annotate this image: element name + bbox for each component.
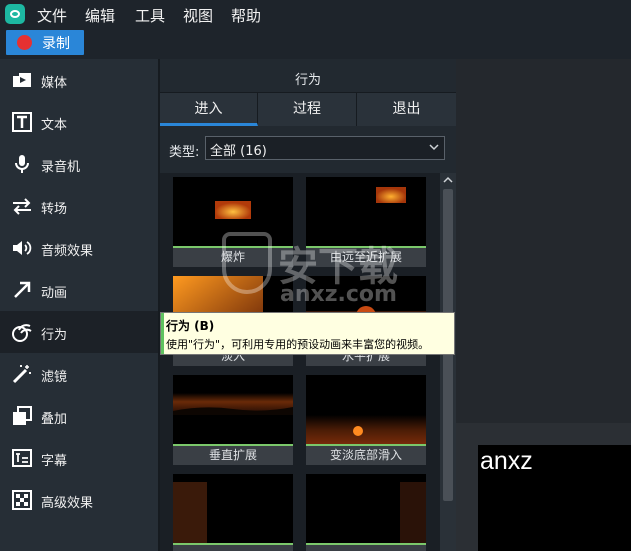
thumbnail-label: 变淡底部滑入: [306, 446, 426, 465]
type-value: 全部 (16): [210, 144, 267, 159]
tab-during[interactable]: 过程: [258, 93, 357, 126]
record-icon: [17, 35, 32, 50]
preview-canvas[interactable]: anxz: [478, 445, 631, 551]
scroll-up-icon[interactable]: [440, 173, 456, 187]
menu-file[interactable]: 文件: [37, 5, 67, 26]
behavior-thumb-fade-slide-bottom[interactable]: 变淡底部滑入: [306, 375, 426, 465]
chevron-down-icon: [429, 144, 439, 151]
menu-help[interactable]: 帮助: [231, 5, 261, 26]
sidebar-item-animations[interactable]: 动画: [0, 269, 158, 311]
record-button[interactable]: 录制: [6, 30, 84, 55]
magic-wand-icon: [12, 365, 31, 384]
tooltip-body: 使用"行为"，可利用专用的预设动画来丰富您的视频。: [166, 338, 430, 351]
type-label: 类型:: [169, 145, 200, 160]
tooltip-title: 行为 (B): [166, 319, 215, 333]
tab-out[interactable]: 退出: [357, 93, 456, 126]
sidebar-item-filters[interactable]: 滤镜: [0, 353, 158, 395]
media-icon: [13, 73, 31, 87]
panel-title: 行为: [294, 73, 321, 88]
sidebar-label: 录音机: [41, 160, 81, 175]
sidebar-item-transitions[interactable]: 转场: [0, 185, 158, 227]
type-dropdown[interactable]: 全部 (16): [205, 136, 445, 160]
app-logo-icon: [5, 4, 25, 24]
sidebar-item-text[interactable]: 文本: [0, 101, 158, 143]
behavior-grid: 爆炸 由远至近扩展 淡入 水平扩展 垂直扩展 变淡底部滑入: [160, 173, 440, 551]
behavior-thumb-vertical-expand[interactable]: 垂直扩展: [173, 375, 293, 465]
sidebar-label: 叠加: [41, 412, 68, 427]
tooltip: 行为 (B) 使用"行为"，可利用专用的预设动画来丰富您的视频。: [160, 312, 455, 355]
thumbnail-label: [173, 545, 293, 551]
sidebar-item-behaviors[interactable]: 行为: [0, 311, 158, 353]
overlay-icon: [13, 406, 32, 425]
menu-bar: 文件 编辑 工具 视图 帮助: [0, 0, 631, 30]
watermark-sub: anxz.com: [280, 282, 397, 307]
microphone-icon: [15, 155, 29, 173]
record-label: 录制: [42, 36, 70, 52]
advanced-effects-icon: [12, 490, 32, 510]
sidebar-label: 高级效果: [41, 496, 94, 511]
tab-bar: 进入 过程 退出: [160, 92, 456, 126]
sidebar-label: 音频效果: [41, 244, 94, 259]
transition-icon: [13, 198, 31, 215]
sidebar-label: 滤镜: [41, 370, 68, 385]
behavior-thumb-7[interactable]: [173, 474, 293, 551]
arrow-icon: [14, 281, 31, 298]
sidebar-item-advanced-effects[interactable]: 高级效果: [0, 479, 158, 521]
sidebar-item-media[interactable]: 媒体: [0, 59, 158, 101]
menu-view[interactable]: 视图: [183, 5, 213, 26]
thumbnail-image: [400, 482, 426, 544]
menu-edit[interactable]: 编辑: [85, 5, 115, 26]
caption-icon: [12, 449, 32, 467]
shield-icon: [222, 232, 272, 294]
preview-text: anxz: [480, 447, 533, 475]
preview-background: [456, 59, 631, 423]
behavior-thumb-8[interactable]: [306, 474, 426, 551]
sidebar-label: 行为: [41, 328, 68, 343]
thumbnail-image: [173, 482, 207, 544]
thumbnail-label: [306, 545, 426, 551]
record-bar: [0, 30, 631, 59]
grid-scrollbar[interactable]: [440, 173, 456, 551]
sidebar-label: 动画: [41, 286, 68, 301]
sidebar-item-overlays[interactable]: 叠加: [0, 395, 158, 437]
sidebar-item-audio-effects[interactable]: 音频效果: [0, 227, 158, 269]
tooltip-accent: [161, 313, 164, 354]
behavior-icon: [12, 324, 32, 342]
tab-in[interactable]: 进入: [160, 93, 258, 126]
sidebar-label: 文本: [41, 118, 68, 133]
sidebar-label: 转场: [41, 202, 68, 217]
speaker-icon: [13, 241, 32, 255]
text-icon: [12, 112, 32, 132]
preview-area: anxz: [456, 59, 631, 551]
thumbnail-image: [306, 415, 426, 445]
menu-tools[interactable]: 工具: [135, 5, 165, 26]
sidebar-item-recorder[interactable]: 录音机: [0, 143, 158, 185]
sidebar-item-captions[interactable]: 字幕: [0, 437, 158, 479]
sidebar-label: 字幕: [41, 454, 68, 469]
sidebar: 媒体 文本 录音机 转场 音频效果 动画 行为 滤镜 叠加 字幕 高级效果: [0, 59, 158, 551]
sidebar-label: 媒体: [41, 76, 68, 91]
thumbnail-label: 垂直扩展: [173, 446, 293, 465]
thumbnail-image: [173, 393, 293, 415]
